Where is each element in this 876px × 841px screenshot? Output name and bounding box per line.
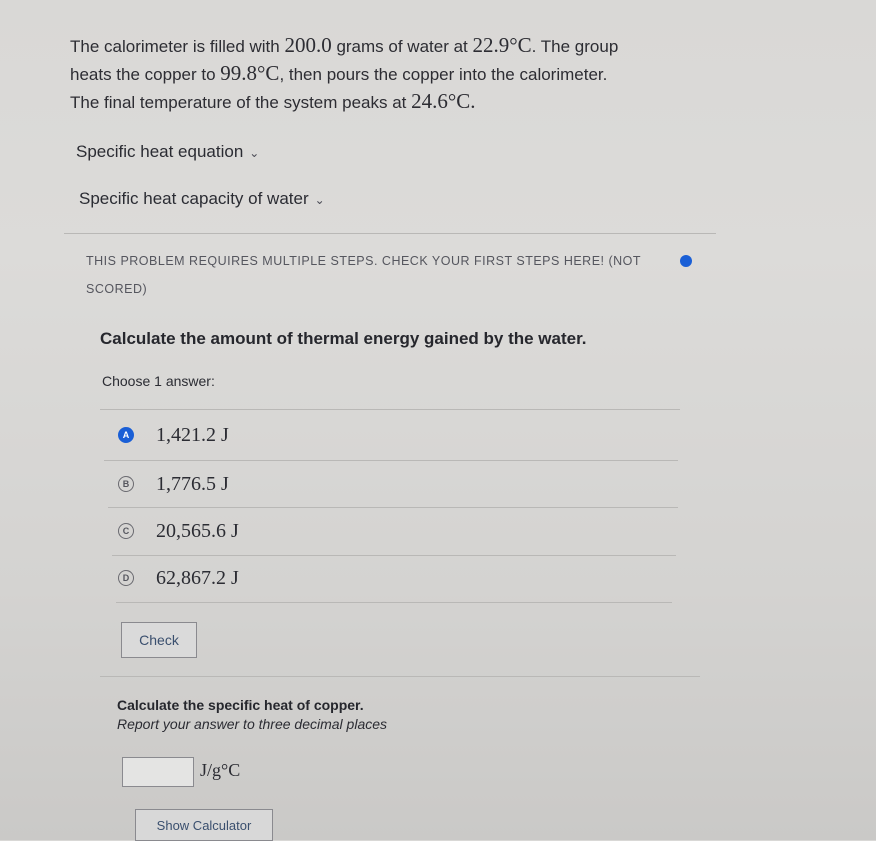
unit-label: J/g°C bbox=[200, 760, 241, 780]
multi-step-notice: THIS PROBLEM REQUIRES MULTIPLE STEPS. CH… bbox=[86, 254, 641, 296]
divider bbox=[64, 233, 716, 234]
specific-heat-water-toggle[interactable]: Specific heat capacity of water ⌄ bbox=[79, 189, 325, 209]
question-text: Calculate the amount of thermal energy g… bbox=[100, 329, 587, 348]
problem-text: . The group bbox=[531, 37, 619, 56]
copper-question: Calculate the specific heat of copper. bbox=[117, 697, 364, 713]
toggle-label: Specific heat equation bbox=[76, 142, 244, 161]
precision-instruction: Report your answer to three decimal plac… bbox=[117, 716, 388, 732]
copper-temp: 99.8°C bbox=[220, 61, 280, 85]
problem-statement: The calorimeter is filled with 200.0 gra… bbox=[70, 32, 730, 116]
choice-letter-icon: C bbox=[118, 523, 134, 539]
chevron-down-icon: ⌄ bbox=[249, 146, 260, 160]
divider bbox=[116, 602, 672, 603]
choose-label: Choose 1 answer: bbox=[102, 373, 215, 389]
choice-value: 20,565.6 J bbox=[156, 519, 239, 542]
problem-text: The calorimeter is filled with bbox=[70, 37, 285, 56]
specific-heat-input[interactable] bbox=[122, 757, 194, 787]
final-temp: 24.6°C. bbox=[411, 89, 476, 113]
choice-b[interactable]: B 1,776.5 J bbox=[118, 461, 678, 507]
problem-text: , then pours the copper into the calorim… bbox=[279, 65, 608, 84]
choice-value: 1,421.2 J bbox=[156, 423, 229, 446]
choice-letter-icon: B bbox=[118, 476, 134, 492]
choice-a[interactable]: A 1,421.2 J bbox=[118, 412, 678, 458]
initial-water-temp: 22.9°C bbox=[472, 33, 532, 57]
problem-text: heats the copper to bbox=[70, 65, 221, 84]
problem-text: The final temperature of the system peak… bbox=[70, 93, 412, 112]
choice-value: 1,776.5 J bbox=[156, 472, 229, 495]
chevron-down-icon: ⌄ bbox=[314, 193, 325, 207]
choice-c[interactable]: C 20,565.6 J bbox=[118, 508, 678, 554]
choice-letter-icon: D bbox=[118, 570, 134, 586]
show-calculator-button[interactable]: Show Calculator bbox=[135, 809, 273, 841]
divider bbox=[100, 676, 700, 677]
progress-dot-icon bbox=[680, 255, 692, 267]
water-mass: 200.0 bbox=[284, 33, 332, 57]
choice-d[interactable]: D 62,867.2 J bbox=[118, 555, 678, 601]
problem-text: grams of water at bbox=[331, 37, 473, 56]
choice-letter-icon: A bbox=[118, 427, 134, 443]
divider bbox=[100, 409, 680, 410]
check-button[interactable]: Check bbox=[121, 622, 197, 658]
toggle-label: Specific heat capacity of water bbox=[79, 189, 309, 208]
specific-heat-equation-toggle[interactable]: Specific heat equation ⌄ bbox=[76, 142, 259, 162]
choice-value: 62,867.2 J bbox=[156, 566, 239, 589]
